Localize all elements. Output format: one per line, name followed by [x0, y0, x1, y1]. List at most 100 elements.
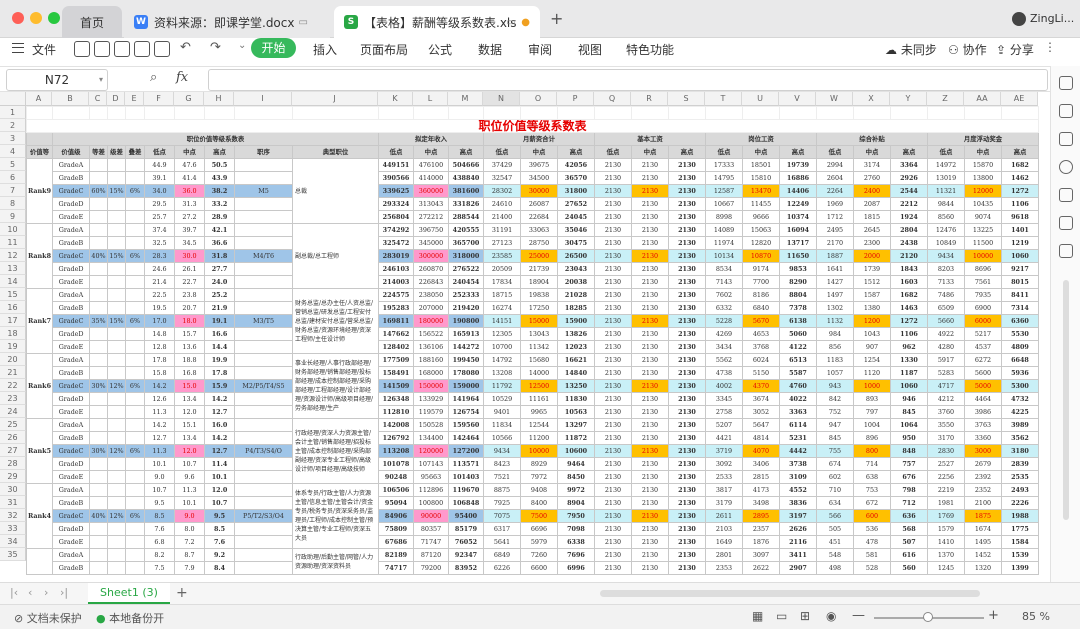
section-header[interactable]: 月度浮动奖金 — [927, 132, 1039, 146]
rank-label[interactable]: Rank5 — [26, 418, 53, 484]
cell[interactable]: 318000 — [448, 249, 484, 263]
share-button[interactable]: ⇪ 分享 — [996, 41, 1034, 58]
cell[interactable]: 15.8 — [144, 366, 175, 380]
cell[interactable]: 2130 — [668, 366, 706, 380]
cell[interactable]: 15.9 — [204, 379, 235, 393]
cell[interactable]: 2300 — [853, 236, 891, 250]
cell[interactable]: 674 — [816, 457, 854, 471]
cell[interactable]: 4173 — [742, 483, 780, 497]
ratio-cell[interactable] — [107, 535, 126, 549]
ratio-cell[interactable] — [89, 392, 108, 406]
ratio-cell[interactable] — [125, 275, 145, 289]
cell[interactable]: 6996 — [557, 561, 595, 575]
cell[interactable]: 11455 — [742, 197, 780, 211]
cell[interactable]: 31.8 — [204, 249, 235, 263]
tab-home[interactable]: 首页 — [62, 6, 122, 38]
cell[interactable]: 19.1 — [204, 314, 235, 328]
row-header[interactable]: 31 — [0, 496, 26, 509]
cell[interactable]: 752 — [816, 405, 854, 419]
cell[interactable]: 4814 — [742, 431, 780, 445]
cell[interactable]: 757 — [890, 457, 928, 471]
section-header[interactable]: 综合补贴 — [816, 132, 928, 146]
cell[interactable]: 2352 — [964, 483, 1002, 497]
cell-table[interactable]: 职位价值等级系数表 职位价值等级系数表 拟定年收入 月薪资合计 基本工资 岗位工资 综合补贴… — [26, 106, 1039, 575]
cell[interactable]: 2533 — [705, 470, 743, 484]
cell[interactable]: 2130 — [594, 210, 632, 224]
cell[interactable]: 133929 — [413, 392, 449, 406]
job-sequence[interactable] — [234, 405, 293, 419]
cell[interactable]: 17333 — [705, 158, 743, 172]
cell[interactable]: 3345 — [705, 392, 743, 406]
cell[interactable] — [964, 106, 1002, 120]
row-header[interactable]: 14 — [0, 275, 26, 288]
ratio-cell[interactable] — [107, 210, 126, 224]
cell[interactable]: 2130 — [668, 457, 706, 471]
cell[interactable]: 150000 — [413, 379, 449, 393]
grade-label[interactable]: GradeE — [52, 275, 90, 289]
cell[interactable]: 11.4 — [204, 457, 235, 471]
cell[interactable]: 3562 — [1001, 431, 1039, 445]
cell[interactable]: 11792 — [483, 379, 521, 393]
cell[interactable]: 4464 — [964, 392, 1002, 406]
cell[interactable]: 3411 — [779, 548, 817, 562]
column-header[interactable]: E — [125, 92, 144, 106]
cell[interactable]: 18285 — [557, 301, 595, 315]
ratio-cell[interactable] — [107, 340, 126, 354]
cell[interactable]: 180000 — [413, 314, 449, 328]
ratio-cell[interactable]: 40% — [89, 509, 108, 523]
first-sheet-icon[interactable]: |‹ — [10, 586, 18, 599]
cell[interactable]: 300000 — [413, 249, 449, 263]
cell[interactable]: 238050 — [413, 288, 449, 302]
cell[interactable]: 6114 — [779, 418, 817, 432]
row-header[interactable]: 15 — [0, 288, 26, 301]
spreadsheet-grid[interactable]: A B C D E F G H I J K L M N O P Q R S T U V W X Y Z AA AE 123456789… — [0, 92, 1048, 582]
column-title[interactable]: 高点 — [890, 145, 928, 159]
avatar[interactable] — [1012, 12, 1026, 26]
cell[interactable]: 3174 — [853, 158, 891, 172]
row-header[interactable]: 30 — [0, 483, 26, 496]
cell[interactable]: 95663 — [413, 470, 449, 484]
cell[interactable]: 1380 — [853, 301, 891, 315]
cell[interactable]: 14840 — [557, 366, 595, 380]
cell[interactable]: 13.4 — [174, 392, 205, 406]
cell[interactable]: 2801 — [705, 548, 743, 562]
cell[interactable]: 12305 — [483, 327, 521, 341]
cell[interactable] — [144, 106, 175, 120]
ratio-cell[interactable] — [125, 301, 145, 315]
cell[interactable]: 32547 — [483, 171, 521, 185]
cell[interactable]: 2130 — [631, 418, 669, 432]
cell[interactable]: 5641 — [483, 535, 521, 549]
job-sequence[interactable]: M5 — [234, 184, 293, 198]
prev-sheet-icon[interactable]: ‹ — [28, 586, 32, 599]
cell[interactable]: 21400 — [483, 210, 521, 224]
row-header[interactable]: 26 — [0, 431, 26, 444]
cell[interactable]: 14792 — [483, 353, 521, 367]
cell[interactable]: 5670 — [742, 314, 780, 328]
cell[interactable]: 190800 — [448, 314, 484, 328]
job-sequence[interactable] — [234, 236, 293, 250]
job-sequence[interactable]: M2/P5/T4/S5 — [234, 379, 293, 393]
cell[interactable]: 7378 — [779, 301, 817, 315]
tools-icon[interactable] — [1059, 244, 1073, 258]
cell[interactable]: 8998 — [705, 210, 743, 224]
column-title[interactable]: 低点 — [483, 145, 521, 159]
cell[interactable]: 35046 — [557, 223, 595, 237]
cell[interactable]: 2495 — [816, 223, 854, 237]
cell[interactable]: 14.2 — [204, 431, 235, 445]
cell[interactable]: 7260 — [520, 548, 558, 562]
column-title[interactable]: 级差 — [107, 145, 126, 159]
column-header[interactable]: Y — [890, 92, 927, 106]
cell[interactable]: 396750 — [413, 223, 449, 237]
cell[interactable]: 2130 — [668, 353, 706, 367]
cell[interactable]: 1682 — [1001, 158, 1039, 172]
cell[interactable]: 2130 — [668, 327, 706, 341]
job-sequence[interactable] — [234, 522, 293, 536]
cell[interactable]: 331826 — [448, 197, 484, 211]
cell[interactable]: 34.5 — [174, 236, 205, 250]
cell[interactable]: 22.5 — [144, 288, 175, 302]
cell[interactable]: 3768 — [742, 340, 780, 354]
cell[interactable]: 2130 — [668, 405, 706, 419]
ratio-cell[interactable] — [89, 483, 108, 497]
cell[interactable]: 8.5 — [204, 522, 235, 536]
ratio-cell[interactable]: 6% — [125, 444, 145, 458]
